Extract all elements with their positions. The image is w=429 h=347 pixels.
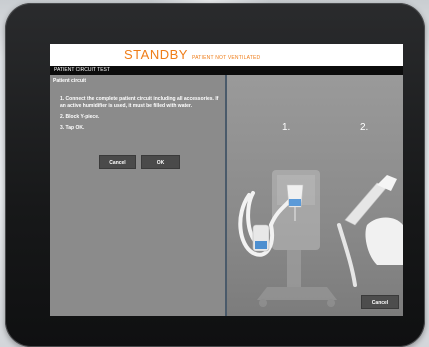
instructions-panel: Patient circuit 1. Connect the complete … bbox=[50, 75, 225, 316]
instruction-step-3: 3. Tap OK. bbox=[60, 125, 85, 131]
cancel-button[interactable]: Cancel bbox=[99, 155, 136, 169]
ok-button[interactable]: OK bbox=[141, 155, 180, 169]
section-label: Patient circuit bbox=[53, 78, 87, 84]
instruction-step-2: 2. Block Y-piece. bbox=[60, 114, 100, 120]
step-number-1: 1. bbox=[282, 122, 291, 133]
status-header: STANDBY PATIENT NOT VENTILATED bbox=[50, 44, 403, 66]
mode-label: STANDBY bbox=[124, 47, 188, 62]
instruction-step-1: 1. Connect the complete patient circuit … bbox=[60, 96, 219, 109]
circuit-illustration bbox=[238, 170, 403, 307]
page-title: PATIENT CIRCUIT TEST bbox=[50, 66, 403, 75]
hand-blocking-y-piece-icon bbox=[337, 175, 403, 287]
humidifier-icon bbox=[252, 224, 270, 252]
tablet-frame: STANDBY PATIENT NOT VENTILATED PATIENT C… bbox=[5, 3, 425, 347]
instruction-list: 1. Connect the complete patient circuit … bbox=[60, 96, 220, 136]
ventilator-screen: STANDBY PATIENT NOT VENTILATED PATIENT C… bbox=[50, 44, 403, 316]
illustration-panel: 1. 2. Cancel bbox=[227, 75, 403, 316]
step-number-2: 2. bbox=[360, 122, 369, 133]
ventilation-status: PATIENT NOT VENTILATED bbox=[191, 55, 261, 61]
cancel-button-secondary[interactable]: Cancel bbox=[361, 295, 399, 309]
